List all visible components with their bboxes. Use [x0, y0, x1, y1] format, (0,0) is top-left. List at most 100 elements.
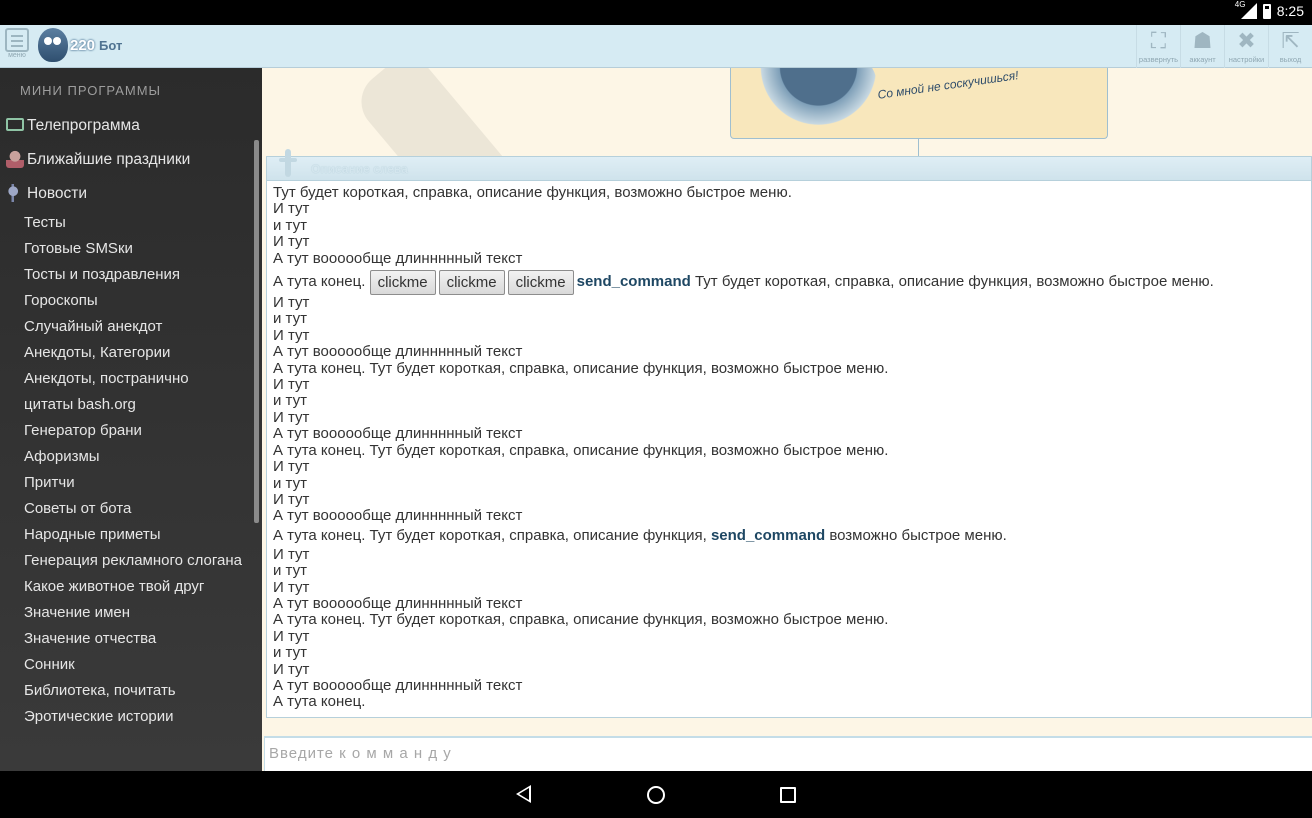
sidebar-item[interactable]: Советы от бота — [0, 496, 262, 522]
text-line: И тут — [273, 294, 310, 312]
command-input-bar — [264, 736, 1312, 771]
expand-button[interactable]: ⛶ развернуть — [1136, 25, 1180, 68]
sidebar-item[interactable]: цитаты bash.org — [0, 392, 262, 418]
sidebar-item[interactable]: Генерация рекламного слогана — [0, 548, 262, 574]
back-icon[interactable] — [516, 785, 531, 803]
sidebar-item[interactable]: Значение имен — [0, 600, 262, 626]
panel-title: Описание слева — [311, 162, 408, 176]
app-header: меню 220 Бот ⛶ развернуть ☗ аккаунт ✖ на… — [0, 25, 1312, 68]
text-line: И тут — [273, 627, 310, 645]
sidebar-item[interactable]: Библиотека, почитать — [0, 678, 262, 704]
text-line: А тута конец. Тут будет короткая, справк… — [273, 441, 889, 459]
cactus-icon — [279, 149, 297, 177]
description-panel: Описание слева Тут будет короткая, справ… — [266, 149, 1312, 718]
text-line: И тут — [273, 326, 310, 344]
clock: 8:25 — [1276, 3, 1304, 19]
bird-logo-icon — [38, 28, 68, 62]
sidebar-item[interactable]: Афоризмы — [0, 444, 262, 470]
expand-icon: ⛶ — [1150, 28, 1167, 53]
text-line: И тут — [273, 200, 310, 218]
logo-name: Бот — [99, 37, 123, 53]
text-line: А тута конец. Тут будет короткая, справк… — [273, 611, 889, 629]
sidebar-scrollbar[interactable] — [254, 140, 259, 523]
home-icon[interactable] — [647, 786, 665, 804]
text-line: И тут — [273, 545, 310, 563]
sidebar-item[interactable]: Гороскопы — [0, 288, 262, 314]
main-area: Со мной не соскучишься! Описание слева Т… — [262, 68, 1312, 771]
sidebar-item-holidays[interactable]: Ближайшие праздники — [0, 142, 262, 176]
text-line: А тут воооообще длиннннный текст — [273, 594, 523, 612]
navigation-bar — [0, 771, 1312, 818]
status-bar: 4G 8:25 — [0, 0, 1312, 25]
clickme-button-1[interactable]: clickme — [369, 269, 436, 295]
settings-icon: ✖ — [1237, 28, 1256, 53]
sidebar-item[interactable]: Сонник — [0, 652, 262, 678]
text-line: и тут — [273, 310, 307, 328]
text-line: и тут — [273, 392, 307, 410]
send-command-link[interactable]: send_command — [711, 527, 825, 544]
menu-caption: меню — [8, 52, 26, 59]
banner-slogan: Со мной не соскучишься! — [876, 68, 1020, 102]
banner: Со мной не соскучишься! — [730, 68, 1108, 139]
panel-body: Тут будет короткая, справка, описание фу… — [267, 181, 1311, 711]
text-line: А тут воооообще длиннннный текст — [273, 249, 523, 267]
text-line: А тута конец. — [273, 693, 366, 711]
sidebar-item[interactable]: Притчи — [0, 470, 262, 496]
tv-icon — [6, 117, 24, 131]
banner-bird-icon — [747, 68, 877, 130]
send-command-link[interactable]: send_command — [577, 273, 691, 290]
menu-button[interactable]: меню — [3, 28, 31, 66]
signal-icon: 4G — [1235, 0, 1257, 19]
text-line: И тут — [273, 578, 310, 596]
command-line: А тута конец. Тут будет короткая, справк… — [273, 526, 1007, 544]
recents-icon[interactable] — [780, 787, 796, 803]
sidebar-item[interactable]: Случайный анекдот — [0, 314, 262, 340]
menu-icon — [5, 28, 29, 52]
sidebar-item[interactable]: Готовые SMSки — [0, 236, 262, 262]
account-icon: ☗ — [1192, 28, 1213, 53]
sidebar-list: Тесты Готовые SMSки Тосты и поздравления Го… — [0, 210, 262, 730]
news-icon — [6, 184, 24, 202]
logo-number: 220 — [70, 36, 96, 54]
text-line: и тут — [273, 562, 307, 580]
sidebar-item[interactable]: Какое животное твой друг — [0, 574, 262, 600]
text-line: Тут будет короткая, справка, описание фу… — [273, 184, 792, 201]
text-line: и тут — [273, 644, 307, 662]
text-line: А тут воооообще длиннннный текст — [273, 425, 523, 443]
sidebar-section-title: МИНИ ПРОГРАММЫ — [20, 83, 162, 98]
panel-header: Описание слева — [267, 149, 1311, 181]
text-line: И тут — [273, 660, 310, 678]
button-row: А тута конец. clickme clickme clickme se… — [273, 269, 1305, 295]
header-toolbar: ⛶ развернуть ☗ аккаунт ✖ настройки ⇱ вых… — [1136, 25, 1312, 68]
text-line: И тут — [273, 458, 310, 476]
text-line: А тут воооообще длиннннный текст — [273, 676, 523, 694]
text-line: А тут воооообще длиннннный текст — [273, 343, 523, 361]
clickme-button-2[interactable]: clickme — [438, 269, 505, 295]
sidebar-item[interactable]: Тесты — [0, 210, 262, 236]
app-logo: 220 Бот — [38, 28, 122, 62]
sidebar-item[interactable]: Народные приметы — [0, 522, 262, 548]
text-line: И тут — [273, 233, 310, 251]
text-line: И тут — [273, 408, 310, 426]
sidebar-item[interactable]: Эротические истории — [0, 704, 262, 730]
sidebar-item-tv[interactable]: Телепрограмма — [0, 108, 262, 142]
sidebar-item-news[interactable]: Новости — [0, 176, 262, 210]
command-input[interactable] — [265, 738, 1312, 768]
sidebar-item[interactable]: Тосты и поздравления — [0, 262, 262, 288]
sidebar-item[interactable]: Генератор брани — [0, 418, 262, 444]
text-line: и тут — [273, 216, 307, 234]
text-line: А тут воооообще длиннннный текст — [273, 507, 523, 525]
settings-button[interactable]: ✖ настройки — [1224, 25, 1268, 68]
sidebar-item[interactable]: Анекдоты, постранично — [0, 366, 262, 392]
text-line: И тут — [273, 376, 310, 394]
account-button[interactable]: ☗ аккаунт — [1180, 25, 1224, 68]
clickme-button-3[interactable]: clickme — [507, 269, 574, 295]
sidebar-item[interactable]: Анекдоты, Категории — [0, 340, 262, 366]
sidebar-item[interactable]: Значение отчества — [0, 626, 262, 652]
sidebar: МИНИ ПРОГРАММЫ Телепрограмма Ближайшие п… — [0, 68, 262, 771]
text-line: А тута конец. Тут будет короткая, справк… — [273, 359, 889, 377]
text-line: И тут — [273, 490, 310, 508]
text-line: и тут — [273, 474, 307, 492]
holiday-icon — [6, 150, 24, 168]
exit-button[interactable]: ⇱ выход — [1268, 25, 1312, 68]
